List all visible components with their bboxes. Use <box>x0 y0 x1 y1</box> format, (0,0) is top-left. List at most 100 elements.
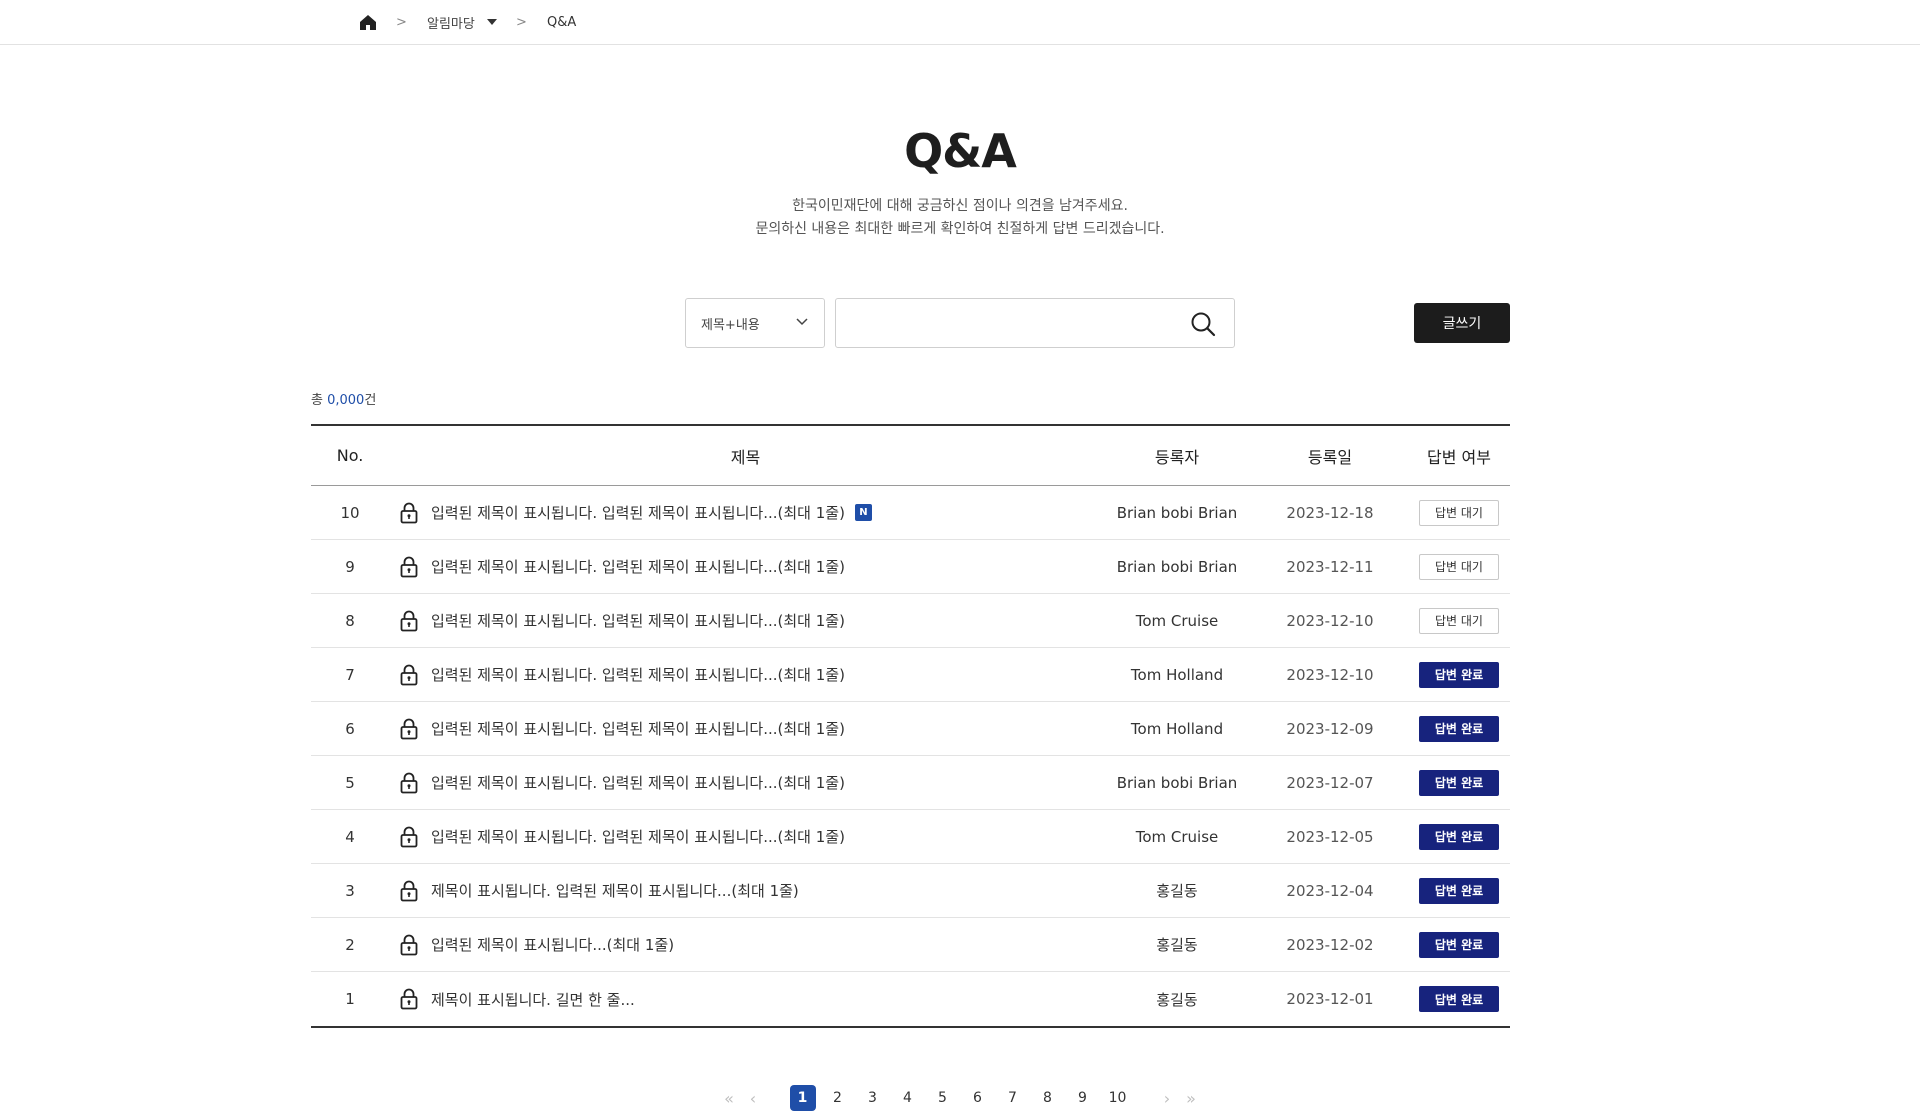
caret-down-icon <box>486 19 497 25</box>
row-title-cell: 제목이 표시됩니다. 입력된 제목이 표시됩니다...(최대 1줄) <box>389 880 1102 902</box>
chevron-down-icon <box>796 318 808 326</box>
page-number-label: 9 <box>1078 1090 1087 1106</box>
table-row[interactable]: 9 입력된 제목이 표시됩니다. 입력된 제목이 표시됩니다...(최대 1줄) B… <box>311 540 1510 594</box>
row-title-link[interactable]: 입력된 제목이 표시됩니다. 입력된 제목이 표시됩니다...(최대 1줄) <box>431 502 845 523</box>
lock-icon <box>400 610 418 631</box>
new-badge: N <box>854 504 872 521</box>
lock-icon <box>400 826 418 847</box>
first-page-button[interactable]: « <box>717 1089 741 1108</box>
page-number-button[interactable]: 8 <box>1030 1090 1065 1106</box>
page-number-button[interactable]: 4 <box>890 1090 925 1106</box>
row-title-link[interactable]: 입력된 제목이 표시됩니다...(최대 1줄) <box>431 934 674 955</box>
lock-icon <box>400 772 418 793</box>
next-page-button[interactable]: › <box>1155 1089 1179 1108</box>
row-title-link[interactable]: 입력된 제목이 표시됩니다. 입력된 제목이 표시됩니다...(최대 1줄) <box>431 556 845 577</box>
page-number-label: 2 <box>833 1090 842 1106</box>
page-number-button[interactable]: 1 <box>785 1085 820 1111</box>
page-number-button[interactable]: 2 <box>820 1090 855 1106</box>
status-badge: 답변 완료 <box>1419 661 1499 688</box>
row-title-cell: 입력된 제목이 표시됩니다. 입력된 제목이 표시됩니다...(최대 1줄) N <box>389 502 1102 524</box>
search-type-value: 제목+내용 <box>701 317 760 333</box>
table-row[interactable]: 6 입력된 제목이 표시됩니다. 입력된 제목이 표시됩니다...(최대 1줄) T… <box>311 702 1510 756</box>
page-number-label: 4 <box>903 1090 912 1106</box>
row-date: 2023-12-09 <box>1286 719 1374 738</box>
home-icon[interactable] <box>355 0 381 44</box>
table-header: No. 제목 등록자 등록일 답변 여부 <box>311 426 1510 486</box>
table-row[interactable]: 10 입력된 제목이 표시됩니다. 입력된 제목이 표시됩니다...(최대 1줄)… <box>311 486 1510 540</box>
status-badge: 답변 대기 <box>1419 499 1499 526</box>
page-number-label: 3 <box>868 1090 877 1106</box>
lock-icon <box>400 880 418 901</box>
table-row[interactable]: 7 입력된 제목이 표시됩니다. 입력된 제목이 표시됩니다...(최대 1줄) T… <box>311 648 1510 702</box>
row-status-cell: 답변 완료 <box>1408 931 1510 958</box>
row-status-cell: 답변 완료 <box>1408 823 1510 850</box>
row-title-cell: 제목이 표시됩니다. 길면 한 줄... <box>389 988 1102 1010</box>
row-number: 9 <box>345 557 355 576</box>
write-button[interactable]: 글쓰기 <box>1414 303 1510 343</box>
search-icon[interactable] <box>1190 311 1216 337</box>
row-number: 2 <box>345 935 355 954</box>
column-header-date: 등록일 <box>1307 447 1353 467</box>
row-title-cell: 입력된 제목이 표시됩니다. 입력된 제목이 표시됩니다...(최대 1줄) <box>389 664 1102 686</box>
row-date: 2023-12-10 <box>1286 611 1374 630</box>
row-writer: Brian bobi Brian <box>1116 557 1238 576</box>
page-number-label: 6 <box>973 1090 982 1106</box>
row-number: 1 <box>345 990 355 1008</box>
row-date: 2023-12-05 <box>1286 827 1374 846</box>
page-number-button[interactable]: 7 <box>995 1090 1030 1106</box>
breadcrumb-bar: > 알림마당 > Q&A <box>0 0 1920 45</box>
table-row[interactable]: 1 제목이 표시됩니다. 길면 한 줄... 홍길동 2023-12-01 답변 완료 <box>311 972 1510 1026</box>
search-box <box>835 298 1235 348</box>
row-date: 2023-12-07 <box>1286 773 1374 792</box>
row-title-link[interactable]: 입력된 제목이 표시됩니다. 입력된 제목이 표시됩니다...(최대 1줄) <box>431 664 845 685</box>
row-status-cell: 답변 완료 <box>1408 715 1510 742</box>
row-title-cell: 입력된 제목이 표시됩니다. 입력된 제목이 표시됩니다...(최대 1줄) <box>389 826 1102 848</box>
column-header-no: No. <box>336 446 364 465</box>
breadcrumb-separator: > <box>396 14 407 30</box>
last-page-button[interactable]: » <box>1179 1089 1203 1108</box>
row-title-link[interactable]: 제목이 표시됩니다. 입력된 제목이 표시됩니다...(최대 1줄) <box>431 880 799 901</box>
row-number: 4 <box>345 827 355 846</box>
lock-icon <box>400 934 418 955</box>
row-writer: Brian bobi Brian <box>1116 503 1238 522</box>
row-title-link[interactable]: 입력된 제목이 표시됩니다. 입력된 제목이 표시됩니다...(최대 1줄) <box>431 772 845 793</box>
page-number-button[interactable]: 10 <box>1100 1090 1135 1106</box>
row-title-link[interactable]: 입력된 제목이 표시됩니다. 입력된 제목이 표시됩니다...(최대 1줄) <box>431 826 845 847</box>
table-row[interactable]: 8 입력된 제목이 표시됩니다. 입력된 제목이 표시됩니다...(최대 1줄) T… <box>311 594 1510 648</box>
table-row[interactable]: 4 입력된 제목이 표시됩니다. 입력된 제목이 표시됩니다...(최대 1줄) T… <box>311 810 1510 864</box>
row-title-link[interactable]: 입력된 제목이 표시됩니다. 입력된 제목이 표시됩니다...(최대 1줄) <box>431 610 845 631</box>
breadcrumb-separator: > <box>516 14 527 30</box>
row-title-link[interactable]: 입력된 제목이 표시됩니다. 입력된 제목이 표시됩니다...(최대 1줄) <box>431 718 845 739</box>
status-badge: 답변 대기 <box>1419 553 1499 580</box>
page-number-button[interactable]: 6 <box>960 1090 995 1106</box>
page-number-button[interactable]: 9 <box>1065 1090 1100 1106</box>
page-number-button[interactable]: 5 <box>925 1090 960 1106</box>
total-count: 총 0,000건 <box>311 389 376 408</box>
status-badge: 답변 완료 <box>1419 877 1499 904</box>
row-date: 2023-12-01 <box>1286 990 1374 1008</box>
table-row[interactable]: 3 제목이 표시됩니다. 입력된 제목이 표시됩니다...(최대 1줄) 홍길동 20… <box>311 864 1510 918</box>
status-badge: 답변 완료 <box>1419 823 1499 850</box>
lock-icon <box>400 502 418 523</box>
prev-page-button[interactable]: ‹ <box>741 1089 765 1108</box>
search-type-select[interactable]: 제목+내용 <box>685 298 825 348</box>
lock-icon <box>400 988 418 1010</box>
page-number-button[interactable]: 3 <box>855 1090 890 1106</box>
breadcrumb-menu-dropdown[interactable]: 알림마당 <box>427 0 497 44</box>
row-title-link[interactable]: 제목이 표시됩니다. 길면 한 줄... <box>431 989 635 1010</box>
status-badge: 답변 완료 <box>1419 931 1499 958</box>
table-row[interactable]: 5 입력된 제목이 표시됩니다. 입력된 제목이 표시됩니다...(최대 1줄) B… <box>311 756 1510 810</box>
table-row[interactable]: 2 입력된 제목이 표시됩니다...(최대 1줄) 홍길동 2023-12-02 답변 … <box>311 918 1510 972</box>
pagination: « ‹ 1 2 3 4 5 6 7 8 9 10 › » <box>0 1085 1920 1111</box>
page-number-label: 5 <box>938 1090 947 1106</box>
row-title-cell: 입력된 제목이 표시됩니다. 입력된 제목이 표시됩니다...(최대 1줄) <box>389 556 1102 578</box>
page-number-label: 7 <box>1008 1090 1017 1106</box>
row-writer: Brian bobi Brian <box>1116 773 1238 792</box>
row-date: 2023-12-18 <box>1286 503 1374 522</box>
row-writer: Tom Holland <box>1130 665 1224 684</box>
page-number-label: 10 <box>1108 1090 1127 1106</box>
column-header-title: 제목 <box>730 447 761 467</box>
column-header-status: 답변 여부 <box>1427 447 1491 467</box>
row-status-cell: 답변 완료 <box>1408 986 1510 1012</box>
search-input[interactable] <box>836 299 1166 347</box>
